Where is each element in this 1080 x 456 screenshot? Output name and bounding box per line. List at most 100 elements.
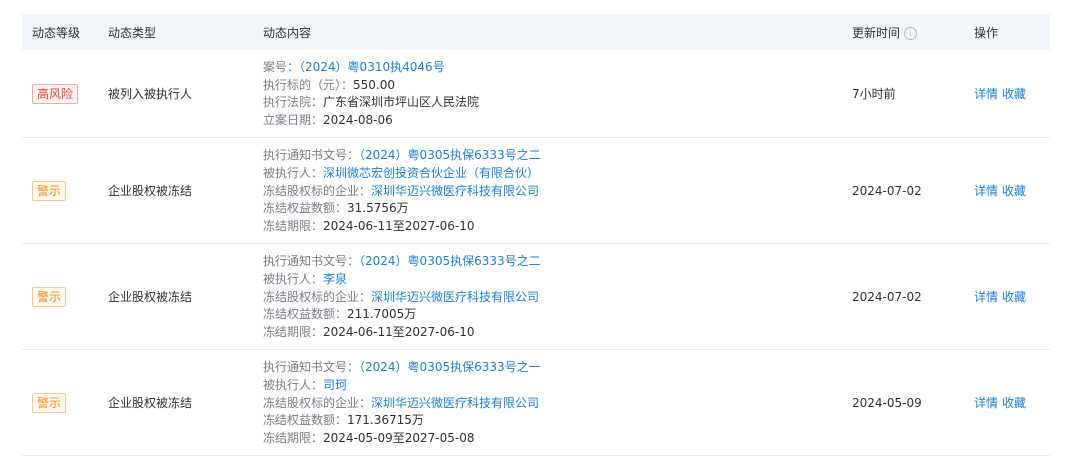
table-row: 警示 企业股权被冻结 执行通知书文号：（2024）粤0305执保6333号之二 被执行… <box>22 138 1050 245</box>
field-value: 2024-06-11至2027-06-10 <box>323 218 475 233</box>
level-cell: 警示 <box>22 286 100 307</box>
content-line: 冻结期限：2024-05-09至2027-05-08 <box>263 430 844 448</box>
row-actions: 详情 收藏 <box>966 182 1050 199</box>
table-row: 高风险 被列入被执行人 案号：（2024）粤0310执4046号 执行标的（元）：55… <box>22 50 1050 139</box>
risk-dynamics-table: 动态等级 动态类型 动态内容 更新时间 i 操作 高风险 被列入被执行人 案号：（20… <box>22 14 1050 456</box>
field-label: 冻结股权标的企业： <box>263 183 372 198</box>
field-label: 执行通知书文号： <box>263 360 360 375</box>
field-label: 执行通知书文号： <box>263 254 360 269</box>
info-circle-icon[interactable]: i <box>904 26 918 40</box>
content-line: 冻结权益数额：31.5756万 <box>263 200 844 218</box>
detail-link[interactable]: 详情 <box>974 184 998 198</box>
content-line: 执行通知书文号：（2024）粤0305执保6333号之二 <box>263 147 844 165</box>
row-actions: 详情 收藏 <box>966 85 1050 102</box>
field-label: 执行标的（元）： <box>263 77 354 92</box>
level-cell: 警示 <box>22 392 100 413</box>
update-time: 2024-07-02 <box>852 183 922 198</box>
header-time-label: 更新时间 <box>852 25 901 40</box>
header-type: 动态类型 <box>108 25 157 40</box>
collect-link[interactable]: 收藏 <box>1002 396 1026 410</box>
content-line: 冻结权益数额：211.7005万 <box>263 306 844 324</box>
field-value: 2024-08-06 <box>323 112 393 127</box>
header-time: 更新时间 i <box>844 24 966 41</box>
content-line: 执行通知书文号：（2024）粤0305执保6333号之二 <box>263 253 844 271</box>
detail-link[interactable]: 详情 <box>974 290 998 304</box>
field-label: 冻结期限： <box>263 218 324 233</box>
content-line: 冻结期限：2024-06-11至2027-06-10 <box>263 218 844 236</box>
risk-level-badge: 警示 <box>32 180 67 201</box>
field-label: 冻结权益数额： <box>263 201 348 216</box>
event-content: 执行通知书文号：（2024）粤0305执保6333号之二 被执行人：李泉 冻结股权标… <box>255 244 844 349</box>
field-label: 被执行人： <box>263 165 324 180</box>
field-value: 2024-05-09至2027-05-08 <box>323 430 475 445</box>
field-value-link[interactable]: 李泉 <box>323 272 347 286</box>
field-label: 被执行人： <box>263 377 324 392</box>
row-actions: 详情 收藏 <box>966 394 1050 411</box>
content-line: 冻结股权标的企业：深圳华迈兴微医疗科技有限公司 <box>263 183 844 201</box>
event-content: 案号：（2024）粤0310执4046号 执行标的（元）：550.00 执行法院：广… <box>255 50 844 137</box>
field-label: 冻结权益数额： <box>263 413 348 428</box>
collect-link[interactable]: 收藏 <box>1002 290 1026 304</box>
detail-link[interactable]: 详情 <box>974 87 998 101</box>
header-ops: 操作 <box>974 25 999 40</box>
collect-link[interactable]: 收藏 <box>1002 87 1026 101</box>
field-value: 广东省深圳市坪山区人民法院 <box>323 95 480 110</box>
update-time: 2024-05-09 <box>852 395 922 410</box>
content-line: 立案日期：2024-08-06 <box>263 112 844 130</box>
header-level: 动态等级 <box>32 25 81 40</box>
table-row: 警示 企业股权被冻结 执行通知书文号：（2024）粤0305执保6333号之一 被执行… <box>22 350 1050 456</box>
table-header: 动态等级 动态类型 动态内容 更新时间 i 操作 <box>22 14 1050 50</box>
collect-link[interactable]: 收藏 <box>1002 184 1026 198</box>
field-value-link[interactable]: 深圳华迈兴微医疗科技有限公司 <box>371 290 539 304</box>
content-line: 案号：（2024）粤0310执4046号 <box>263 59 844 77</box>
field-label: 冻结期限： <box>263 324 324 339</box>
content-line: 被执行人：司珂 <box>263 377 844 395</box>
event-type: 被列入被执行人 <box>108 87 193 102</box>
field-value-link[interactable]: （2024）粤0305执保6333号之二 <box>359 254 541 268</box>
field-value: 550.00 <box>353 77 396 92</box>
risk-level-badge: 警示 <box>32 286 67 307</box>
row-actions: 详情 收藏 <box>966 288 1050 305</box>
content-line: 执行标的（元）：550.00 <box>263 77 844 95</box>
level-cell: 高风险 <box>22 83 100 104</box>
field-value-link[interactable]: （2024）粤0305执保6333号之二 <box>359 148 541 162</box>
field-label: 冻结股权标的企业： <box>263 289 372 304</box>
field-value-link[interactable]: 深圳微芯宏创投资合伙企业（有限合伙） <box>323 166 539 180</box>
field-value-link[interactable]: （2024）粤0305执保6333号之一 <box>359 360 541 374</box>
table-body: 高风险 被列入被执行人 案号：（2024）粤0310执4046号 执行标的（元）：55… <box>22 50 1050 456</box>
field-value-link[interactable]: 深圳华迈兴微医疗科技有限公司 <box>371 184 539 198</box>
content-line: 冻结权益数额：171.36715万 <box>263 412 844 430</box>
field-label: 冻结期限： <box>263 430 324 445</box>
event-type: 企业股权被冻结 <box>108 290 193 305</box>
header-content: 动态内容 <box>263 25 312 40</box>
field-value-link[interactable]: 司珂 <box>323 378 347 392</box>
field-value: 2024-06-11至2027-06-10 <box>323 324 475 339</box>
field-value: 211.7005万 <box>347 307 417 322</box>
update-time: 7小时前 <box>852 87 896 102</box>
field-label: 冻结股权标的企业： <box>263 395 372 410</box>
event-type: 企业股权被冻结 <box>108 396 193 411</box>
content-line: 被执行人：深圳微芯宏创投资合伙企业（有限合伙） <box>263 165 844 183</box>
field-label: 案号： <box>263 60 300 74</box>
event-content: 执行通知书文号：（2024）粤0305执保6333号之二 被执行人：深圳微芯宏创投… <box>255 138 844 243</box>
content-line: 冻结股权标的企业：深圳华迈兴微医疗科技有限公司 <box>263 395 844 413</box>
update-time: 2024-07-02 <box>852 289 922 304</box>
content-line: 冻结股权标的企业：深圳华迈兴微医疗科技有限公司 <box>263 289 844 307</box>
field-value-link[interactable]: （2024）粤0310执4046号 <box>299 60 445 74</box>
event-type: 企业股权被冻结 <box>108 184 193 199</box>
risk-level-badge: 警示 <box>32 392 67 413</box>
field-value-link[interactable]: 深圳华迈兴微医疗科技有限公司 <box>371 396 539 410</box>
field-label: 被执行人： <box>263 271 324 286</box>
content-line: 执行通知书文号：（2024）粤0305执保6333号之一 <box>263 359 844 377</box>
field-label: 冻结权益数额： <box>263 307 348 322</box>
event-content: 执行通知书文号：（2024）粤0305执保6333号之一 被执行人：司珂 冻结股权标… <box>255 350 844 455</box>
detail-link[interactable]: 详情 <box>974 396 998 410</box>
risk-level-badge: 高风险 <box>32 83 79 104</box>
content-line: 被执行人：李泉 <box>263 271 844 289</box>
field-label: 立案日期： <box>263 112 324 127</box>
content-line: 执行法院：广东省深圳市坪山区人民法院 <box>263 94 844 112</box>
table-row: 警示 企业股权被冻结 执行通知书文号：（2024）粤0305执保6333号之二 被执行… <box>22 244 1050 351</box>
field-value: 31.5756万 <box>347 201 409 216</box>
field-label: 执行通知书文号： <box>263 148 360 163</box>
field-label: 执行法院： <box>263 95 324 110</box>
